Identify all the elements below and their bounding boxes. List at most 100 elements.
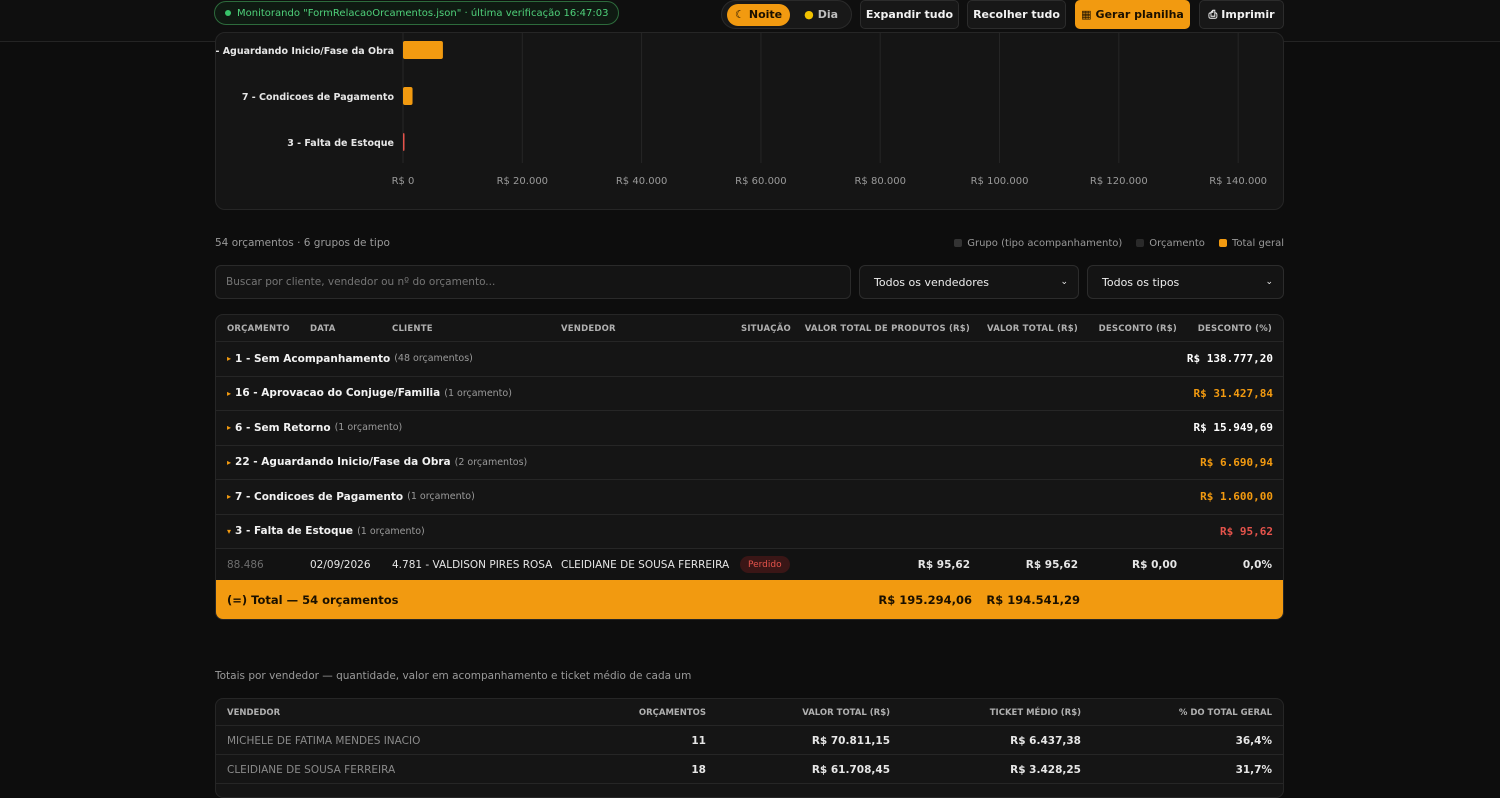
col-header-pct[interactable]: % DO TOTAL GERAL [1179, 708, 1272, 718]
status-badge: Perdido [740, 556, 790, 573]
col-header-total[interactable]: VALOR TOTAL (R$) [802, 708, 890, 718]
x-tick-label: R$ 100.000 [971, 176, 1029, 187]
theme-day-button[interactable]: ● Dia [796, 4, 846, 26]
generate-sheet-button[interactable]: ▦ Gerar planilha [1075, 0, 1190, 29]
col-header-budget[interactable]: ORÇAMENTO [227, 324, 290, 334]
group-name: 7 - Condicoes de Pagamento [235, 490, 404, 503]
col-header-seller[interactable]: VENDEDOR [227, 708, 280, 718]
expand-all-label: Expandir tudo [865, 8, 954, 21]
seller-select[interactable]: Todos os vendedores ⌄ [859, 265, 1079, 299]
col-header-discount-pct[interactable]: DESCONTO (%) [1198, 324, 1272, 334]
sellers-table: VENDEDOR ORÇAMENTOS VALOR TOTAL (R$) TIC… [215, 698, 1284, 798]
group-row[interactable]: ▸ 1 - Sem Acompanhamento (48 orçamentos)… [216, 342, 1283, 377]
table-row[interactable]: 88.486 02/09/2026 4.781 - VALDISON PIRES… [216, 549, 1283, 581]
seller-total: R$ 61.708,45 [811, 764, 890, 776]
moon-icon: ☾ [735, 8, 745, 21]
group-value: R$ 1.600,00 [1200, 490, 1273, 504]
category-label: 3 - Falta de Estoque [287, 138, 394, 149]
group-value: R$ 138.777,20 [1186, 352, 1273, 366]
x-tick-label: R$ 40.000 [616, 176, 667, 187]
budget-discount: R$ 0,00 [1132, 559, 1177, 571]
status-dot-icon [225, 10, 231, 16]
search-input[interactable] [215, 265, 851, 299]
group-value: R$ 6.690,94 [1200, 455, 1273, 469]
sellers-caption: Totais por vendedor — quantidade, valor … [215, 670, 692, 682]
group-value: R$ 95,62 [1220, 524, 1273, 538]
x-tick-label: R$ 140.000 [1209, 176, 1267, 187]
legend-item-group: Grupo (tipo acompanhamento) [954, 238, 1122, 249]
sun-icon: ● [804, 8, 814, 21]
budget-products-total: R$ 95,62 [917, 559, 970, 571]
x-tick-label: R$ 20.000 [497, 176, 548, 187]
x-tick-label: R$ 120.000 [1090, 176, 1148, 187]
bar[interactable] [403, 41, 443, 59]
col-header-total[interactable]: VALOR TOTAL (R$) [987, 324, 1078, 334]
print-label: Imprimir [1221, 8, 1275, 21]
group-name: 6 - Sem Retorno [235, 421, 331, 434]
legend-label: Total geral [1231, 238, 1284, 249]
seller-pct: 36,4% [1235, 735, 1272, 747]
group-row[interactable]: ▸ 6 - Sem Retorno (1 orçamento) R$ 15.94… [216, 411, 1283, 446]
col-header-client[interactable]: CLIENTE [392, 324, 433, 334]
table-row[interactable]: MICHELE DE FATIMA MENDES INACIO 11 R$ 70… [216, 726, 1283, 755]
legend-label: Orçamento [1149, 238, 1205, 249]
seller-count: 11 [691, 735, 706, 747]
print-button[interactable]: ⎙ Imprimir [1199, 0, 1284, 29]
theme-toggle[interactable]: ☾ Noite ● Dia [721, 0, 852, 29]
group-row[interactable]: ▸ 7 - Condicoes de Pagamento (1 orçament… [216, 480, 1283, 515]
group-row-expanded[interactable]: ▾ 3 - Falta de Estoque (1 orçamento) R$ … [216, 515, 1283, 549]
col-header-status[interactable]: SITUAÇÃO [741, 324, 791, 334]
type-select[interactable]: Todos os tipos ⌄ [1087, 265, 1284, 299]
budget-number: 88.486 [227, 559, 264, 571]
legend-item-budget: Orçamento [1136, 238, 1205, 249]
caret-right-icon: ▸ [227, 423, 232, 433]
x-tick-label: R$ 80.000 [854, 176, 905, 187]
group-value: R$ 15.949,69 [1193, 421, 1273, 435]
seller-ticket: R$ 6.437,38 [1010, 735, 1081, 747]
col-header-discount[interactable]: DESCONTO (R$) [1099, 324, 1177, 334]
total-value: R$ 194.541,29 [986, 593, 1080, 607]
printer-icon: ⎙ [1208, 7, 1218, 21]
bar[interactable] [403, 87, 413, 105]
col-header-seller[interactable]: VENDEDOR [561, 324, 616, 334]
legend-swatch-icon [1218, 239, 1227, 247]
table-row[interactable]: CLEIDIANE DE SOUSA FERREIRA 18 R$ 61.708… [216, 755, 1283, 784]
budget-date: 02/09/2026 [310, 559, 371, 571]
seller-select-value: Todos os vendedores [874, 275, 989, 289]
collapse-all-label: Recolher tudo [973, 8, 1060, 21]
group-row[interactable]: ▸ 16 - Aprovacao do Conjuge/Familia (1 o… [216, 377, 1283, 411]
budget-table: ORÇAMENTO DATA CLIENTE VENDEDOR SITUAÇÃO… [215, 314, 1284, 620]
status-label: Perdido [748, 559, 782, 570]
generate-sheet-label: Gerar planilha [1095, 8, 1184, 21]
category-label: 7 - Condicoes de Pagamento [242, 92, 395, 103]
caret-right-icon: ▸ [227, 492, 232, 502]
expand-all-button[interactable]: Expandir tudo [860, 0, 959, 29]
budget-discount-pct: 0,0% [1242, 559, 1272, 571]
result-count: 54 orçamentos · 6 grupos de tipo [215, 237, 390, 249]
group-count: (1 orçamento) [444, 387, 512, 399]
group-count: (1 orçamento) [357, 525, 425, 537]
seller-pct: 31,7% [1235, 764, 1272, 776]
bar[interactable] [403, 133, 405, 151]
legend-swatch-icon [1136, 239, 1145, 247]
group-count: (48 orçamentos) [394, 353, 473, 365]
theme-night-button[interactable]: ☾ Noite [727, 3, 791, 26]
col-header-date[interactable]: DATA [310, 324, 336, 334]
col-header-products-total[interactable]: VALOR TOTAL DE PRODUTOS (R$) [805, 324, 970, 334]
col-header-count[interactable]: ORÇAMENTOS [639, 708, 706, 718]
group-row[interactable]: ▸ 22 - Aguardando Inicio/Fase da Obra (2… [216, 446, 1283, 480]
table-header: ORÇAMENTO DATA CLIENTE VENDEDOR SITUAÇÃO… [216, 315, 1283, 342]
legend-label: Grupo (tipo acompanhamento) [967, 238, 1123, 249]
group-count: (2 orçamentos) [454, 456, 528, 468]
group-name: 3 - Falta de Estoque [235, 525, 354, 538]
seller-name: CLEIDIANE DE SOUSA FERREIRA [227, 764, 396, 776]
collapse-all-button[interactable]: Recolher tudo [967, 0, 1066, 29]
caret-down-icon: ▾ [227, 526, 232, 536]
x-tick-label: R$ 0 [392, 176, 415, 187]
legend: Grupo (tipo acompanhamento) Orçamento To… [954, 238, 1284, 249]
budget-client: 4.781 - VALDISON PIRES ROSA [392, 559, 553, 571]
col-header-ticket[interactable]: TICKET MÉDIO (R$) [990, 708, 1081, 718]
seller-total: R$ 70.811,15 [811, 735, 890, 747]
budget-total: R$ 95,62 [1025, 559, 1078, 571]
caret-right-icon: ▸ [227, 388, 232, 398]
